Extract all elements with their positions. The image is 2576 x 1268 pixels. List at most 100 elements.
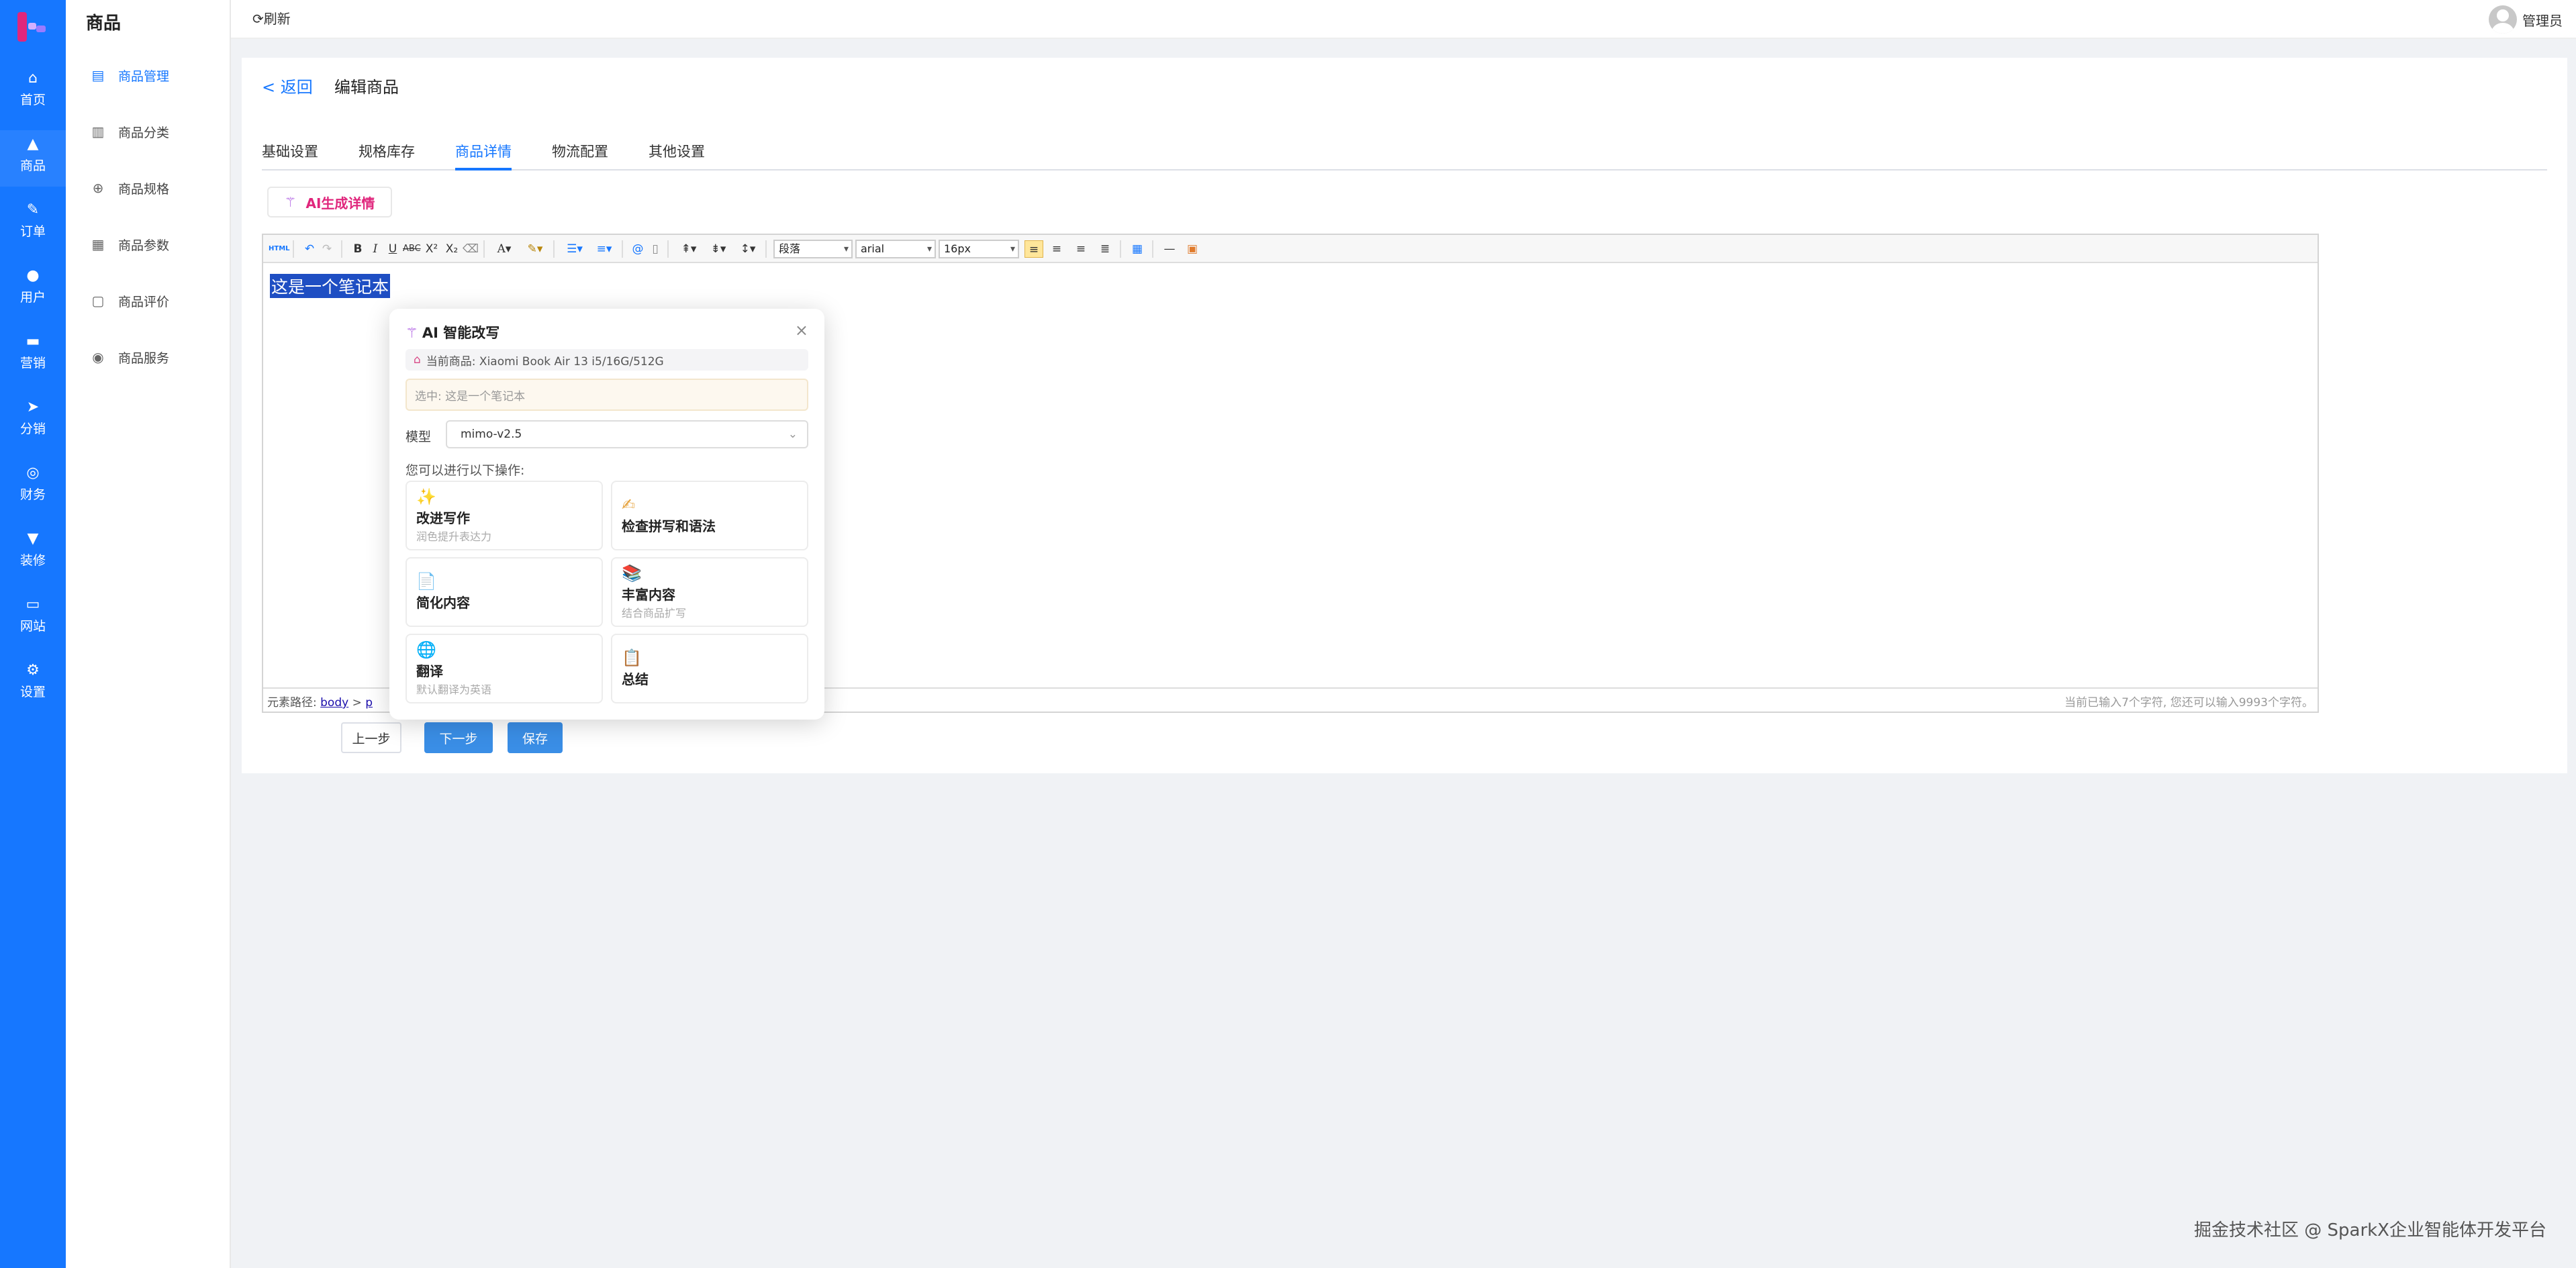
redo-icon[interactable]: ↷ — [320, 240, 334, 258]
tab-detail[interactable]: 商品详情 — [455, 141, 512, 170]
plus-circle-icon: ⊕ — [92, 180, 104, 196]
align-center-icon[interactable]: ≡ — [1047, 240, 1066, 258]
highlight-icon[interactable]: ✎▾ — [521, 240, 549, 258]
document-icon: 📄 — [416, 572, 436, 591]
sidebar-item-label: 商品参数 — [118, 238, 170, 253]
user-menu[interactable]: 管理员 — [2489, 5, 2563, 34]
undo-icon[interactable]: ↶ — [302, 240, 317, 258]
rail-item-website[interactable]: ▭ 网站 — [0, 591, 66, 647]
italic-icon[interactable]: I — [368, 240, 383, 258]
page-icon[interactable]: ▯ — [647, 240, 663, 258]
rail-item-label: 商品 — [19, 158, 46, 173]
nav-rail: ⌂ 首页 ▲ 商品 ✎ 订单 ● 用户 ▬ 营销 ➤ 分销 ◎ 财务 ▼ 装修 … — [0, 0, 66, 1268]
sidebar-item-goods-category[interactable]: ▥ 商品分类 — [90, 118, 224, 145]
rail-item-label: 装修 — [19, 553, 46, 568]
horizontal-rule-icon[interactable]: — — [1160, 240, 1179, 258]
model-select[interactable]: mimo-v2.5 ⌄ — [446, 420, 808, 448]
home-icon: ⌂ — [28, 70, 38, 87]
bold-icon[interactable]: B — [350, 240, 365, 258]
path-body-link[interactable]: body — [320, 696, 348, 710]
rail-item-users[interactable]: ● 用户 — [0, 262, 66, 318]
tab-other[interactable]: 其他设置 — [649, 141, 705, 170]
prev-step-button[interactable]: 上一步 — [341, 722, 401, 753]
rail-item-label: 设置 — [19, 685, 46, 699]
next-step-button[interactable]: 下一步 — [424, 722, 493, 753]
image-icon[interactable]: ▣ — [1183, 240, 1202, 258]
strikethrough-icon[interactable]: ABC — [403, 240, 421, 258]
rail-item-marketing[interactable]: ▬ 营销 — [0, 328, 66, 384]
sidebar-item-goods-spec[interactable]: ⊕ 商品规格 — [90, 175, 224, 201]
eraser-icon[interactable]: ⌫ — [462, 240, 479, 258]
rail-item-distribution[interactable]: ➤ 分销 — [0, 393, 66, 450]
row-spacing-top-icon[interactable]: ⇞▾ — [675, 240, 702, 258]
bag-icon: ▲ — [27, 136, 39, 152]
op-simplify[interactable]: 📄 简化内容 — [406, 557, 603, 627]
bag-icon: ⌂ — [414, 353, 421, 367]
tab-logistics[interactable]: 物流配置 — [552, 141, 608, 170]
monitor-icon: ▭ — [26, 596, 40, 613]
line-height-icon[interactable]: ↕▾ — [734, 240, 761, 258]
save-button[interactable]: 保存 — [508, 722, 563, 753]
editor-toolbar: HTML ↶ ↷ B I U ABC X² X₂ ⌫ A▾ ✎▾ ☰▾ ≡▾ @… — [263, 235, 2318, 263]
unordered-list-icon[interactable]: ≡▾ — [591, 240, 618, 258]
align-right-icon[interactable]: ≡ — [1071, 240, 1090, 258]
rail-item-home[interactable]: ⌂ 首页 — [0, 64, 66, 121]
rail-item-orders[interactable]: ✎ 订单 — [0, 196, 66, 252]
sidebar-item-label: 商品评价 — [118, 294, 170, 309]
sidebar-item-goods-params[interactable]: ▦ 商品参数 — [90, 231, 224, 258]
op-check-spelling[interactable]: ✍ 检查拼写和语法 — [611, 481, 808, 550]
rail-item-label: 订单 — [19, 224, 46, 239]
service-icon: ◉ — [92, 349, 104, 365]
op-improve-writing[interactable]: ✨ 改进写作 润色提升表达力 — [406, 481, 603, 550]
user-name: 管理员 — [2522, 12, 2563, 29]
element-path: 元素路径: body > p — [267, 696, 373, 710]
font-family-select[interactable]: arial — [855, 240, 936, 258]
rail-item-settings[interactable]: ⚙ 设置 — [0, 656, 66, 713]
sidebar-item-label: 商品管理 — [118, 68, 170, 84]
align-left-icon[interactable]: ≡ — [1024, 240, 1043, 258]
rail-item-goods[interactable]: ▲ 商品 — [0, 130, 66, 187]
font-size-select[interactable]: 16px — [939, 240, 1019, 258]
ordered-list-icon[interactable]: ☰▾ — [561, 240, 588, 258]
finance-icon: ◎ — [26, 465, 40, 481]
align-justify-icon[interactable]: ≣ — [1096, 240, 1114, 258]
op-enrich[interactable]: 📚 丰富内容 结合商品扩写 — [611, 557, 808, 627]
font-color-icon[interactable]: A▾ — [491, 240, 517, 258]
tab-spec-stock[interactable]: 规格库存 — [359, 141, 415, 170]
superscript-icon[interactable]: X² — [423, 240, 440, 258]
model-label: 模型 — [406, 430, 432, 444]
sidebar-item-goods-review[interactable]: ▢ 商品评价 — [90, 287, 224, 314]
current-product: ⌂ 当前商品: Xiaomi Book Air 13 i5/16G/512G — [406, 349, 808, 371]
sidebar-title: 商品 — [86, 13, 122, 34]
op-translate[interactable]: 🌐 翻译 默认翻译为英语 — [406, 634, 603, 703]
sub-sidebar: 商品 ▤ 商品管理 ▥ 商品分类 ⊕ 商品规格 ▦ 商品参数 ▢ 商品评价 ◉ … — [66, 0, 231, 1268]
anchor-icon[interactable]: @ — [630, 240, 646, 258]
path-p-link[interactable]: p — [365, 696, 373, 710]
underline-icon[interactable]: U — [385, 240, 400, 258]
send-icon: ➤ — [26, 399, 40, 416]
refresh-button[interactable]: ⟳刷新 — [252, 8, 291, 28]
ticket-icon: ▬ — [26, 333, 40, 350]
app-logo[interactable] — [15, 9, 51, 46]
paragraph-select[interactable]: 段落 — [773, 240, 853, 258]
writing-hand-icon: ✍ — [622, 495, 636, 514]
sidebar-item-goods-manage[interactable]: ▤ 商品管理 — [90, 62, 224, 89]
tab-basic[interactable]: 基础设置 — [262, 141, 318, 170]
op-summarize[interactable]: 📋 总结 — [611, 634, 808, 703]
close-icon[interactable]: × — [795, 321, 808, 340]
rail-item-label: 用户 — [19, 290, 46, 305]
html-source-button[interactable]: HTML — [269, 240, 290, 258]
rail-item-decoration[interactable]: ▼ 装修 — [0, 525, 66, 581]
back-link[interactable]: < 返回 — [262, 74, 313, 97]
table-icon[interactable]: ▦ — [1128, 240, 1147, 258]
gear-icon: ⚙ — [26, 662, 40, 679]
rail-item-finance[interactable]: ◎ 财务 — [0, 459, 66, 516]
row-spacing-bottom-icon[interactable]: ⇟▾ — [705, 240, 732, 258]
sparkles-icon: ✨ — [416, 487, 436, 506]
briefcase-icon: ▤ — [91, 67, 105, 83]
subscript-icon[interactable]: X₂ — [443, 240, 461, 258]
books-icon: 📚 — [622, 564, 642, 583]
editor-selected-text[interactable]: 这是一个笔记本 — [270, 274, 391, 298]
ai-generate-button[interactable]: ⚚ AI生成详情 — [267, 187, 392, 217]
sidebar-item-goods-service[interactable]: ◉ 商品服务 — [90, 344, 224, 371]
